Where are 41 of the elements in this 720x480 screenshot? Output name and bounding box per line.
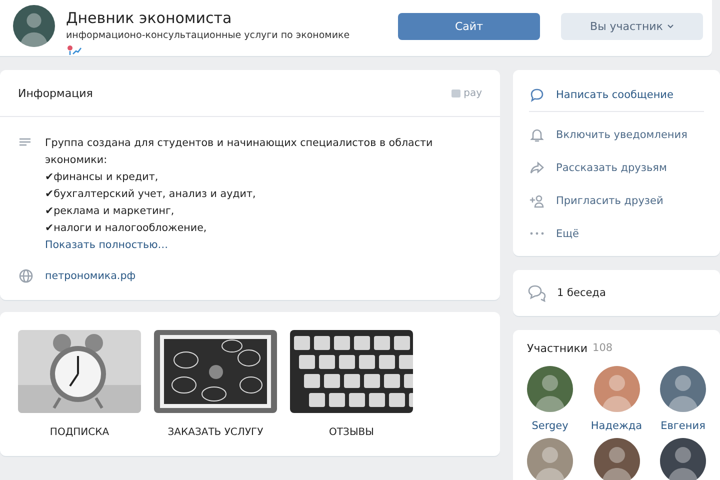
site-button[interactable]: Сайт xyxy=(398,13,540,40)
tile-label[interactable]: ЗАКАЗАТЬ УСЛУГУ xyxy=(168,427,264,438)
description-line: ✔бухгалтерский учет, анализ и аудит, xyxy=(45,187,257,202)
avatar[interactable] xyxy=(594,438,640,480)
avatar[interactable] xyxy=(527,366,573,412)
member-name[interactable]: Sergey xyxy=(532,420,568,432)
avatar[interactable] xyxy=(660,366,706,412)
description-line: Группа создана для студентов и начинающих специалистов в области экономики: xyxy=(45,136,434,168)
tile-label[interactable]: ПОДПИСКА xyxy=(50,427,110,438)
show-more-link[interactable]: Показать полностью… xyxy=(45,237,465,254)
section-title: Информация xyxy=(18,86,93,100)
section-title: Участники xyxy=(527,342,588,355)
add-user-icon xyxy=(529,192,545,208)
action-link[interactable]: Пригласить друзей xyxy=(513,184,720,217)
pay-icon xyxy=(450,88,461,98)
action-link[interactable]: Ещё xyxy=(513,217,720,250)
share-icon xyxy=(529,160,545,176)
more-icon xyxy=(530,232,544,235)
action-link[interactable]: Включить уведомления xyxy=(513,118,720,151)
flower-chart-icon xyxy=(66,44,82,56)
chat-bubbles-icon xyxy=(527,284,547,302)
caret-icon xyxy=(666,24,674,29)
membership-button[interactable]: Вы участник xyxy=(561,13,703,40)
website-link[interactable]: петрономика.рф xyxy=(45,270,136,282)
description-line: ✔реклама и маркетинг, xyxy=(45,204,176,219)
member-count: 108 xyxy=(592,342,613,355)
description-line: ✔налоги и налогообложение, xyxy=(45,221,208,236)
group-title: Дневник экономиста xyxy=(66,9,233,27)
tile-label[interactable]: ОТЗЫВЫ xyxy=(329,427,374,438)
description-line: ✔финансы и кредит, xyxy=(45,170,160,185)
action-link[interactable]: Написать сообщение xyxy=(529,78,704,112)
member-name[interactable]: Надежда xyxy=(590,420,642,432)
conversations-link[interactable]: 1 беседа xyxy=(557,287,606,299)
avatar xyxy=(13,5,55,47)
message-icon xyxy=(529,86,545,102)
globe-icon xyxy=(18,268,34,284)
action-link[interactable]: Рассказать друзьям xyxy=(513,151,720,184)
member-name[interactable]: Евгения xyxy=(660,420,706,432)
bell-icon xyxy=(529,126,545,142)
avatar[interactable] xyxy=(660,438,706,480)
group-subtitle: информационо-консультационные услуги по экономике xyxy=(66,30,351,41)
